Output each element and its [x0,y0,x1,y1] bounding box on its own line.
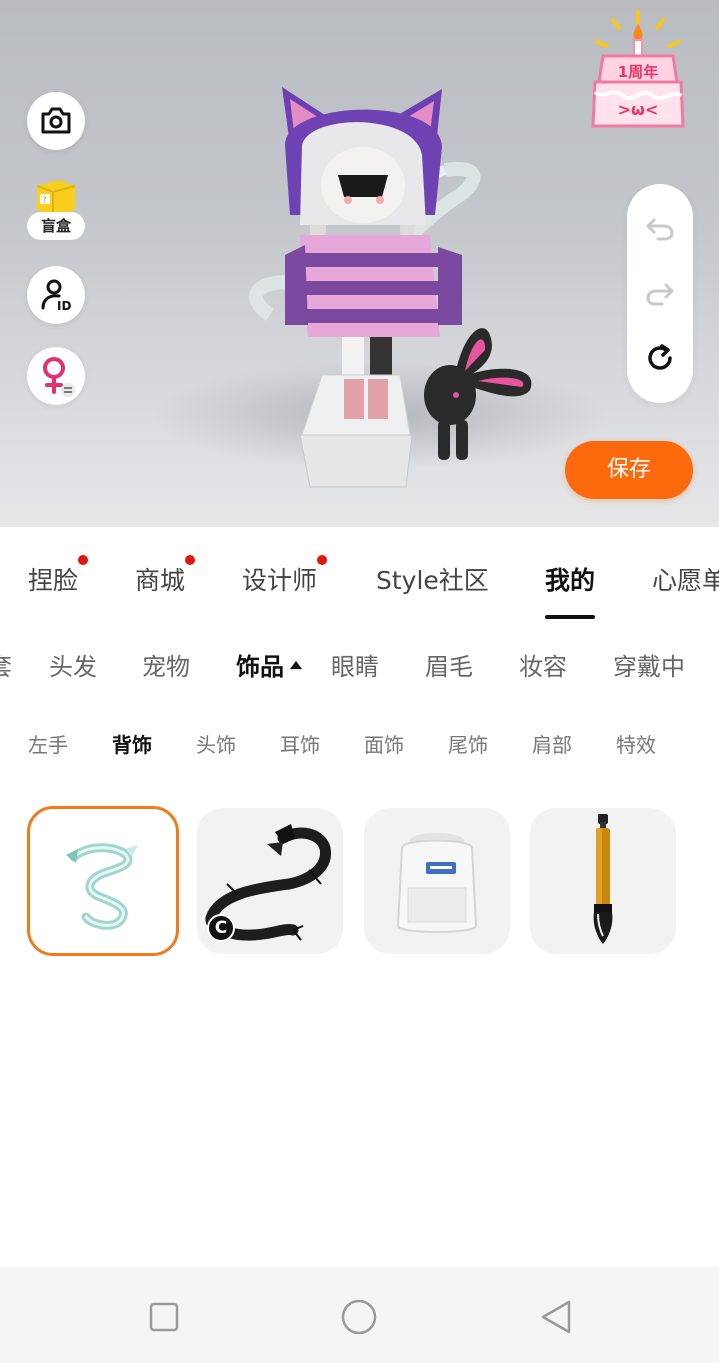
category-back[interactable]: 背饰 [112,729,152,758]
svg-text:1周年: 1周年 [618,63,658,81]
teal-dragon-icon [66,843,138,930]
sub-tab-bar: 套 头发 宠物 饰品 眼睛 眉毛 妆容 穿戴中 [0,617,719,707]
item-card[interactable]: C [197,808,343,954]
tab-designer[interactable]: 设计师 [242,555,328,597]
creator-badge: C [207,914,235,942]
category-tail[interactable]: 尾饰 [448,729,488,758]
new-badge-dot [78,555,89,565]
subtab-pet[interactable]: 宠物 [142,647,190,682]
avatar-editor-screen: { "stage": { "blindbox_label": "盲盒", "sa… [0,0,719,1363]
female-gender-icon [43,357,75,397]
tab-shop[interactable]: 商城 [135,555,196,597]
main-tab-bar: 捏脸 商城 设计师 Style社区 我的 心愿单 [0,527,719,619]
subtab-outfit[interactable]: 套 [0,647,12,682]
home-button[interactable] [339,1297,379,1337]
square-icon [149,1302,179,1332]
system-navigation-bar [0,1267,719,1363]
category-left-hand[interactable]: 左手 [28,729,68,758]
new-badge-dot [317,555,328,565]
refresh-icon [648,344,672,370]
white-backpack-icon [396,833,478,933]
blindbox-button[interactable]: ? 盲盒 [27,178,85,242]
item-card[interactable] [364,808,510,954]
camera-icon [41,107,71,134]
blindbox-label: 盲盒 [27,212,85,240]
user-id-icon: ID [41,279,71,312]
item-card[interactable] [27,806,179,956]
gender-switch-button[interactable] [27,347,85,405]
camera-button[interactable] [27,92,85,150]
category-effects[interactable]: 特效 [616,729,656,758]
category-tab-bar: 左手 背饰 头饰 耳饰 面饰 尾饰 肩部 特效 [0,707,719,777]
category-face[interactable]: 面饰 [364,729,404,758]
item-grid: C [0,806,719,956]
category-ear[interactable]: 耳饰 [280,729,320,758]
triangle-back-icon [541,1300,571,1334]
tab-wishlist[interactable]: 心愿单 [652,561,719,597]
new-badge-dot [185,555,196,565]
undo-icon [646,218,674,241]
svg-text:>ω<: >ω< [618,100,659,119]
caret-up-icon [290,661,302,669]
recent-apps-button[interactable] [144,1297,184,1337]
avatar-id-button[interactable]: ID [27,266,85,324]
redo-icon [646,283,674,306]
redo-button[interactable] [644,277,676,309]
subtab-eyes[interactable]: 眼睛 [331,647,379,682]
tab-face-edit[interactable]: 捏脸 [28,555,89,597]
avatar-stage[interactable]: ? 盲盒 ID 1周年 >ω< 保存 [0,0,719,527]
subtab-makeup[interactable]: 妆容 [519,647,567,682]
back-button[interactable] [536,1297,576,1337]
avatar-figure[interactable] [230,75,560,495]
tab-style-community[interactable]: Style社区 [376,561,489,597]
category-shoulder[interactable]: 肩部 [532,729,572,758]
subtab-wearing[interactable]: 穿戴中 [613,647,685,682]
subtab-eyebrows[interactable]: 眉毛 [425,647,473,682]
circle-icon [341,1299,377,1335]
tab-mine[interactable]: 我的 [545,561,596,619]
history-panel [627,184,693,403]
category-head[interactable]: 头饰 [196,729,236,758]
reset-button[interactable] [644,342,676,374]
svg-text:?: ? [42,196,47,206]
undo-button[interactable] [644,212,676,244]
anniversary-cake-icon[interactable]: 1周年 >ω< [583,8,693,138]
subtab-hair[interactable]: 头发 [49,647,97,682]
calligraphy-brush-icon [593,814,613,944]
subtab-accessories[interactable]: 饰品 [236,647,302,682]
item-card[interactable] [530,808,676,954]
svg-text:ID: ID [57,299,71,312]
save-button[interactable]: 保存 [565,441,693,499]
